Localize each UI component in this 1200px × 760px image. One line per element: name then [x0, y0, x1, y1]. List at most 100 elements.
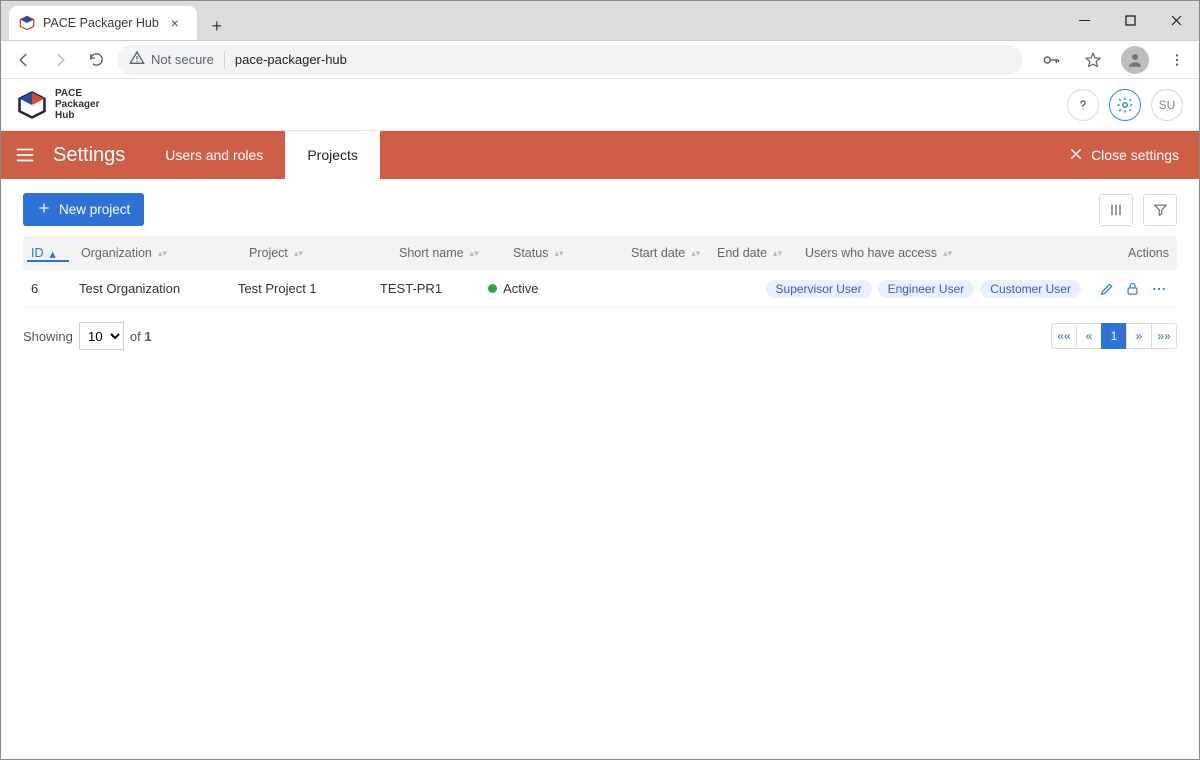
- browser-tab[interactable]: PACE Packager Hub ×: [9, 6, 197, 40]
- table-footer: Showing 10 of 1 «« « 1 » »»: [1, 308, 1199, 364]
- table-header: ID ▴ Organization ▴▾ Project ▴▾ Short name…: [23, 236, 1177, 270]
- browser-toolbar: Not secure pace-packager-hub: [1, 41, 1199, 79]
- column-header-id[interactable]: ID ▴: [23, 246, 73, 261]
- app-logo-icon: [17, 90, 47, 120]
- page-size-select[interactable]: 10: [79, 322, 124, 350]
- cell-status: Active: [480, 281, 592, 296]
- column-header-end-date[interactable]: End date ▴▾: [709, 246, 797, 260]
- cell-organization: Test Organization: [71, 281, 230, 296]
- pager: «« « 1 » »»: [1052, 323, 1177, 349]
- total-rows: 1: [144, 329, 151, 344]
- browser-menu-icon[interactable]: [1163, 46, 1191, 74]
- security-label: Not secure: [151, 52, 214, 67]
- filter-button[interactable]: [1143, 194, 1177, 226]
- pager-prev[interactable]: «: [1076, 323, 1102, 349]
- logo-line-1: PACE: [55, 88, 99, 99]
- sort-asc-icon: ▴: [50, 246, 56, 261]
- url-divider: [224, 51, 225, 69]
- cell-project: Test Project 1: [230, 281, 372, 296]
- table-row[interactable]: 6 Test Organization Test Project 1 TEST-…: [23, 270, 1177, 308]
- cell-actions: [1089, 281, 1177, 297]
- hamburger-menu-icon[interactable]: [1, 131, 49, 179]
- new-project-label: New project: [59, 202, 130, 217]
- of-label: of: [130, 329, 141, 344]
- status-dot-icon: [488, 284, 497, 293]
- col-start-label: Start date: [631, 246, 685, 260]
- column-header-actions: Actions: [1087, 246, 1177, 260]
- col-end-label: End date: [717, 246, 767, 260]
- row-more-button[interactable]: [1149, 281, 1169, 297]
- column-header-users[interactable]: Users who have access ▴▾: [797, 246, 1087, 260]
- user-initials: SU: [1159, 98, 1176, 112]
- columns-button[interactable]: [1099, 194, 1133, 226]
- url-bar[interactable]: Not secure pace-packager-hub: [117, 45, 1023, 75]
- close-settings-label: Close settings: [1091, 147, 1179, 163]
- new-project-button[interactable]: New project: [23, 193, 144, 226]
- window-maximize-button[interactable]: [1107, 1, 1153, 40]
- projects-toolbar: New project: [1, 179, 1199, 236]
- user-chip[interactable]: Supervisor User: [766, 280, 872, 298]
- bookmark-star-icon[interactable]: [1079, 46, 1107, 74]
- col-org-label: Organization: [81, 246, 152, 260]
- browser-back-button[interactable]: [9, 45, 39, 75]
- pager-first[interactable]: ««: [1051, 323, 1077, 349]
- sort-icon: ▴▾: [943, 250, 952, 256]
- url-text: pace-packager-hub: [235, 52, 347, 67]
- browser-tab-title: PACE Packager Hub: [43, 16, 159, 30]
- pager-last[interactable]: »»: [1151, 323, 1177, 349]
- not-secure-warning-icon: [129, 50, 145, 69]
- plus-icon: [37, 201, 51, 218]
- close-settings-button[interactable]: Close settings: [1049, 131, 1199, 179]
- favicon-icon: [19, 15, 35, 31]
- col-actions-label: Actions: [1128, 246, 1169, 260]
- logo-line-2: Packager: [55, 99, 99, 110]
- window-minimize-button[interactable]: [1061, 1, 1107, 40]
- help-button[interactable]: [1067, 89, 1099, 121]
- column-header-status[interactable]: Status ▴▾: [505, 246, 623, 260]
- user-chip[interactable]: Customer User: [980, 280, 1081, 298]
- profile-avatar-icon[interactable]: [1121, 46, 1149, 74]
- tab-projects[interactable]: Projects: [285, 131, 380, 179]
- column-header-project[interactable]: Project ▴▾: [241, 246, 391, 260]
- user-chip[interactable]: Engineer User: [878, 280, 975, 298]
- settings-bar: Settings Users and roles Projects Close …: [1, 131, 1199, 179]
- app-header: PACE Packager Hub SU: [1, 79, 1199, 131]
- column-header-short-name[interactable]: Short name ▴▾: [391, 246, 505, 260]
- tab-users-and-roles[interactable]: Users and roles: [143, 131, 285, 179]
- col-proj-label: Project: [249, 246, 288, 260]
- showing-label: Showing: [23, 329, 73, 344]
- new-tab-button[interactable]: +: [203, 12, 231, 40]
- cell-users: Supervisor User Engineer User Customer U…: [758, 280, 1089, 298]
- sort-icon: ▴▾: [773, 250, 782, 256]
- settings-title: Settings: [49, 131, 143, 179]
- settings-gear-button[interactable]: [1109, 89, 1141, 121]
- column-header-organization[interactable]: Organization ▴▾: [73, 246, 241, 260]
- browser-reload-button[interactable]: [81, 45, 111, 75]
- logo-line-3: Hub: [55, 110, 99, 121]
- cell-short-name: TEST-PR1: [372, 281, 480, 296]
- saved-password-key-icon[interactable]: [1037, 46, 1065, 74]
- status-text: Active: [503, 281, 538, 296]
- app-logo[interactable]: PACE Packager Hub: [17, 88, 99, 121]
- close-icon: [1069, 147, 1083, 164]
- sort-icon: ▴▾: [158, 250, 167, 256]
- window-close-button[interactable]: [1153, 1, 1199, 40]
- column-header-start-date[interactable]: Start date ▴▾: [623, 246, 709, 260]
- sort-icon: ▴▾: [470, 250, 479, 256]
- cell-id: 6: [23, 281, 71, 296]
- pager-next[interactable]: »: [1126, 323, 1152, 349]
- tab-close-icon[interactable]: ×: [167, 15, 183, 31]
- browser-forward-button[interactable]: [45, 45, 75, 75]
- edit-row-button[interactable]: [1097, 281, 1117, 297]
- sort-icon: ▴▾: [691, 250, 700, 256]
- col-id-label: ID: [31, 246, 44, 260]
- sort-icon: ▴▾: [554, 250, 563, 256]
- col-users-label: Users who have access: [805, 246, 937, 260]
- col-status-label: Status: [513, 246, 548, 260]
- browser-titlebar: PACE Packager Hub × +: [1, 1, 1199, 41]
- sort-icon: ▴▾: [294, 250, 303, 256]
- lock-row-button[interactable]: [1123, 281, 1143, 296]
- user-avatar[interactable]: SU: [1151, 89, 1183, 121]
- col-short-label: Short name: [399, 246, 464, 260]
- pager-page-current[interactable]: 1: [1101, 323, 1127, 349]
